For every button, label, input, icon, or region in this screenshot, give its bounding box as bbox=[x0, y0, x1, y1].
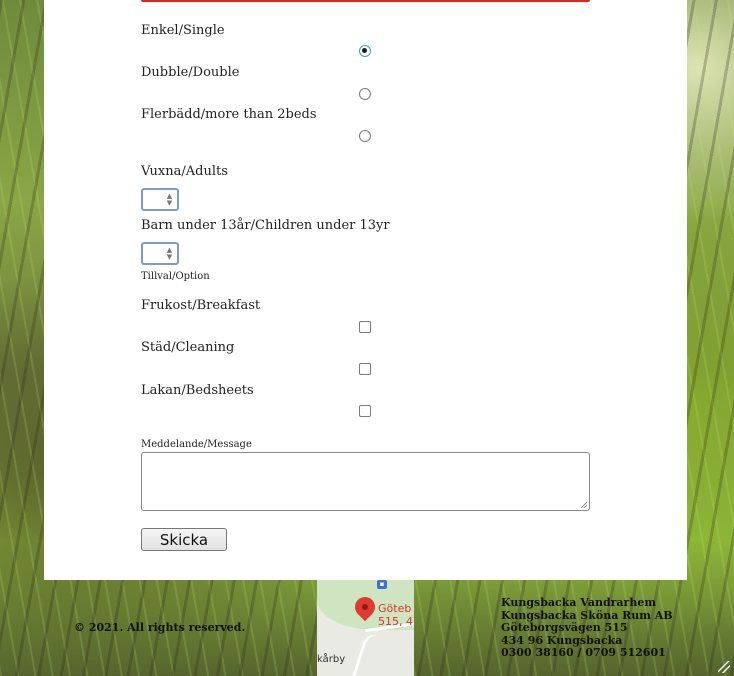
breakfast-checkbox[interactable] bbox=[359, 321, 371, 333]
address-line: Kungsbacka Vandrarhem bbox=[501, 596, 656, 609]
location-map[interactable]: ▪ Göteb 515, 43 kårby bbox=[317, 580, 414, 676]
room-double-label: Dubble/Double bbox=[141, 65, 240, 80]
options-heading: Tillval/Option bbox=[141, 271, 210, 282]
room-multi-radio[interactable] bbox=[359, 130, 371, 142]
adults-input[interactable]: ▲ ▼ bbox=[141, 188, 179, 211]
window-resize-icon[interactable] bbox=[718, 661, 730, 673]
room-double-radio[interactable] bbox=[359, 88, 371, 100]
bedsheets-label: Lakan/Bedsheets bbox=[141, 383, 254, 398]
contact-address: Kungsbacka Vandrarhem Kungsbacka Sköna R… bbox=[501, 596, 673, 660]
cleaning-checkbox[interactable] bbox=[359, 363, 371, 375]
message-textarea[interactable] bbox=[141, 452, 590, 511]
map-pin-label-line2: 515, 43 bbox=[378, 615, 414, 628]
copyright-text: © 2021. All rights reserved. bbox=[74, 621, 246, 634]
map-place-label: kårby bbox=[317, 654, 346, 665]
spinner-arrows-icon[interactable]: ▲ ▼ bbox=[165, 247, 174, 261]
room-multi-label: Flerbädd/more than 2beds bbox=[141, 107, 317, 122]
adults-label: Vuxna/Adults bbox=[141, 164, 228, 179]
map-pin-label: Göteb 515, 43 bbox=[378, 602, 414, 628]
spinner-arrows-icon[interactable]: ▲ ▼ bbox=[165, 193, 174, 207]
textarea-resize-icon[interactable] bbox=[581, 502, 587, 508]
bedsheets-checkbox[interactable] bbox=[359, 405, 371, 417]
children-label: Barn under 13år/Children under 13yr bbox=[141, 218, 390, 233]
breakfast-label: Frukost/Breakfast bbox=[141, 298, 261, 313]
submit-button[interactable]: Skicka bbox=[141, 528, 227, 551]
cleaning-label: Städ/Cleaning bbox=[141, 340, 235, 355]
field-error-underline bbox=[141, 0, 590, 2]
message-label: Meddelande/Message bbox=[141, 439, 252, 450]
room-single-radio[interactable] bbox=[359, 45, 371, 57]
map-road bbox=[348, 631, 379, 676]
bus-stop-icon: ▪ bbox=[377, 580, 387, 589]
address-line: Göteborgsvägen 515 bbox=[501, 621, 628, 635]
children-input[interactable]: ▲ ▼ bbox=[141, 242, 179, 265]
phone-line: 0300 38160 / 0709 512601 bbox=[501, 646, 666, 660]
map-pin-label-line1: Göteb bbox=[378, 602, 412, 615]
room-single-label: Enkel/Single bbox=[141, 23, 225, 38]
